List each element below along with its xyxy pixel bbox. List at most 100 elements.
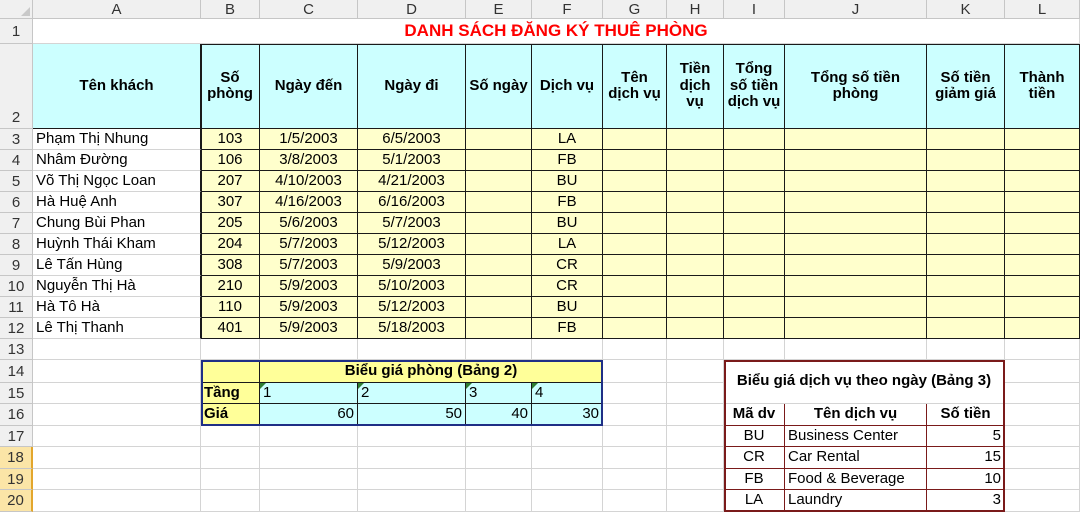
- grid-cell[interactable]: [201, 490, 260, 512]
- grid-cell[interactable]: [358, 426, 466, 447]
- result-cell[interactable]: [927, 234, 1005, 255]
- grid-cell[interactable]: [603, 339, 667, 360]
- column-header-j[interactable]: J: [785, 0, 927, 19]
- table2-floor-cell[interactable]: 2: [358, 383, 466, 404]
- result-cell[interactable]: [785, 150, 927, 171]
- leave-date-cell[interactable]: 6/16/2003: [358, 192, 466, 213]
- grid-cell[interactable]: [260, 490, 358, 512]
- header-tien-giam-gia[interactable]: Số tiền giảm giá: [927, 44, 1005, 129]
- grid-cell[interactable]: [33, 469, 201, 490]
- leave-date-cell[interactable]: 5/12/2003: [358, 234, 466, 255]
- grid-cell[interactable]: [201, 469, 260, 490]
- leave-date-cell[interactable]: 5/18/2003: [358, 318, 466, 339]
- grid-cell[interactable]: [201, 339, 260, 360]
- grid-cell[interactable]: [667, 469, 724, 490]
- leave-date-cell[interactable]: 4/21/2003: [358, 171, 466, 192]
- leave-date-cell[interactable]: 6/5/2003: [358, 129, 466, 150]
- result-cell[interactable]: [603, 150, 667, 171]
- row-header-1[interactable]: 1: [0, 19, 33, 44]
- table2-floor-cell[interactable]: 1: [260, 383, 358, 404]
- service-code-cell[interactable]: LA: [532, 234, 603, 255]
- result-cell[interactable]: [724, 255, 785, 276]
- row-header-12[interactable]: 12: [0, 318, 33, 339]
- grid-cell[interactable]: [466, 339, 532, 360]
- grid-cell[interactable]: [33, 360, 201, 383]
- table3-name-cell[interactable]: Food & Beverage: [785, 469, 927, 490]
- leave-date-cell[interactable]: 5/10/2003: [358, 276, 466, 297]
- table2-title[interactable]: Biểu giá phòng (Bảng 2): [260, 360, 603, 383]
- service-code-cell[interactable]: BU: [532, 213, 603, 234]
- result-cell[interactable]: [667, 234, 724, 255]
- table3-code-cell[interactable]: LA: [724, 490, 785, 512]
- row-header-8[interactable]: 8: [0, 234, 33, 255]
- room-cell[interactable]: 307: [201, 192, 260, 213]
- arrive-date-cell[interactable]: 5/9/2003: [260, 318, 358, 339]
- header-tien-dich-vu[interactable]: Tiền dịch vụ: [667, 44, 724, 129]
- row-header-19[interactable]: 19: [0, 469, 33, 490]
- header-thanh-tien[interactable]: Thành tiền: [1005, 44, 1080, 129]
- service-code-cell[interactable]: FB: [532, 150, 603, 171]
- column-header-e[interactable]: E: [466, 0, 532, 19]
- result-cell[interactable]: [785, 276, 927, 297]
- column-header-c[interactable]: C: [260, 0, 358, 19]
- row-header-5[interactable]: 5: [0, 171, 33, 192]
- table3-name-cell[interactable]: Car Rental: [785, 447, 927, 469]
- table3-code-cell[interactable]: FB: [724, 469, 785, 490]
- arrive-date-cell[interactable]: 5/7/2003: [260, 255, 358, 276]
- result-cell[interactable]: [785, 234, 927, 255]
- result-cell[interactable]: [1005, 150, 1080, 171]
- table3-code-header[interactable]: Mã dv: [724, 404, 785, 426]
- result-cell[interactable]: [927, 213, 1005, 234]
- result-cell[interactable]: [667, 150, 724, 171]
- header-so-ngay[interactable]: Số ngày: [466, 44, 532, 129]
- leave-date-cell[interactable]: 5/9/2003: [358, 255, 466, 276]
- guest-name-cell[interactable]: Phạm Thị Nhung: [33, 129, 201, 150]
- table3-title[interactable]: Biểu giá dịch vụ theo ngày (Bảng 3): [724, 360, 1005, 404]
- days-cell[interactable]: [466, 213, 532, 234]
- days-cell[interactable]: [466, 234, 532, 255]
- result-cell[interactable]: [603, 213, 667, 234]
- result-cell[interactable]: [603, 234, 667, 255]
- table2-price-cell[interactable]: 60: [260, 404, 358, 426]
- table3-name-cell[interactable]: Laundry: [785, 490, 927, 512]
- column-header-g[interactable]: G: [603, 0, 667, 19]
- service-code-cell[interactable]: FB: [532, 318, 603, 339]
- header-tong-tien-dich-vu[interactable]: Tổng số tiền dịch vụ: [724, 44, 785, 129]
- leave-date-cell[interactable]: 5/7/2003: [358, 213, 466, 234]
- result-cell[interactable]: [667, 255, 724, 276]
- arrive-date-cell[interactable]: 4/10/2003: [260, 171, 358, 192]
- table2-price-cell[interactable]: 30: [532, 404, 603, 426]
- grid-cell[interactable]: [33, 447, 201, 469]
- grid-cell[interactable]: [927, 339, 1005, 360]
- table2-price-cell[interactable]: 50: [358, 404, 466, 426]
- row-header-16[interactable]: 16: [0, 404, 33, 426]
- column-header-a[interactable]: A: [33, 0, 201, 19]
- row-header-7[interactable]: 7: [0, 213, 33, 234]
- grid-cell[interactable]: [532, 426, 603, 447]
- grid-cell[interactable]: [1005, 490, 1080, 512]
- guest-name-cell[interactable]: Lê Thị Thanh: [33, 318, 201, 339]
- grid-cell[interactable]: [667, 490, 724, 512]
- grid-cell[interactable]: [532, 490, 603, 512]
- grid-cell[interactable]: [260, 447, 358, 469]
- column-header-f[interactable]: F: [532, 0, 603, 19]
- grid-cell[interactable]: [358, 339, 466, 360]
- table3-amount-header[interactable]: Số tiền: [927, 404, 1005, 426]
- result-cell[interactable]: [724, 129, 785, 150]
- guest-name-cell[interactable]: Võ Thị Ngọc Loan: [33, 171, 201, 192]
- result-cell[interactable]: [603, 129, 667, 150]
- grid-cell[interactable]: [667, 447, 724, 469]
- result-cell[interactable]: [724, 192, 785, 213]
- grid-cell[interactable]: [667, 339, 724, 360]
- grid-cell[interactable]: [201, 447, 260, 469]
- row-header-20[interactable]: 20: [0, 490, 33, 512]
- result-cell[interactable]: [927, 192, 1005, 213]
- guest-name-cell[interactable]: Hà Tô Hà: [33, 297, 201, 318]
- row-header-13[interactable]: 13: [0, 339, 33, 360]
- result-cell[interactable]: [785, 129, 927, 150]
- table2-floor-cell[interactable]: 4: [532, 383, 603, 404]
- row-header-17[interactable]: 17: [0, 426, 33, 447]
- result-cell[interactable]: [1005, 318, 1080, 339]
- arrive-date-cell[interactable]: 5/7/2003: [260, 234, 358, 255]
- days-cell[interactable]: [466, 150, 532, 171]
